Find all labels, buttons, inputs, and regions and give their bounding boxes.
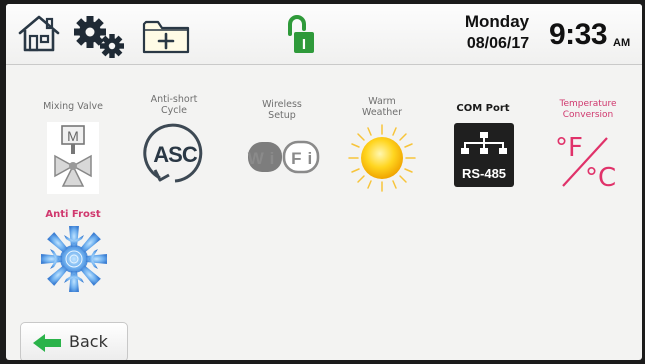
app-label: Anti-short Cycle (150, 94, 198, 116)
back-arrow-icon (33, 334, 61, 352)
app-label: Anti Frost (45, 209, 101, 220)
wifi-text: Wi Fi (248, 149, 318, 168)
temperature-conversion-icon: °F °C (555, 133, 616, 193)
clock-ampm: AM (613, 37, 631, 49)
app-warm-weather[interactable]: Warm Weather (342, 94, 422, 194)
rs485-text: RS-485 (462, 166, 506, 181)
app-wireless-setup[interactable]: Wireless Setup Wi Fi (242, 94, 322, 194)
app-anti-short-cycle[interactable]: Anti-short Cycle ASC (134, 94, 214, 194)
add-folder-icon[interactable] (140, 14, 194, 56)
mixing-valve-icon: M (47, 122, 99, 194)
screen: I Monday 08/06/17 9:33 AM Mixing Valve M… (6, 4, 642, 360)
app-label: Wireless Setup (262, 99, 302, 121)
app-label: Mixing Valve (43, 101, 103, 112)
app-anti-frost[interactable]: Anti Frost (33, 204, 113, 304)
lock-letter: I (302, 36, 306, 53)
sun-icon (348, 124, 416, 192)
app-label: Warm Weather (362, 96, 402, 118)
top-bar: I Monday 08/06/17 9:33 AM (6, 4, 642, 65)
app-mixing-valve[interactable]: Mixing Valve M (33, 94, 113, 194)
back-button[interactable]: Back (20, 322, 128, 360)
valve-letter: M (67, 128, 79, 144)
day-label: Monday (464, 12, 530, 31)
fahrenheit-text: °F (555, 133, 583, 163)
app-temperature-conversion[interactable]: Temperature Conversion °F °C (543, 94, 633, 194)
unlocked-padlock-icon[interactable]: I (284, 14, 320, 58)
date-label: 08/06/17 (466, 35, 530, 52)
anti-short-cycle-icon: ASC (143, 123, 203, 183)
gear-icon[interactable] (70, 14, 130, 60)
celsius-text: °C (585, 163, 616, 193)
clock-time: 9:33 (549, 18, 608, 51)
asc-text: ASC (153, 142, 198, 167)
snowflake-icon (41, 226, 107, 292)
app-com-port[interactable]: COM Port RS-485 (443, 94, 523, 194)
wifi-icon: Wi Fi (248, 140, 320, 174)
app-label: Temperature Conversion (559, 99, 617, 120)
rs485-port-icon: RS-485 (454, 123, 514, 187)
home-icon[interactable] (16, 12, 62, 54)
app-label: COM Port (456, 103, 510, 114)
back-label: Back (69, 332, 108, 351)
